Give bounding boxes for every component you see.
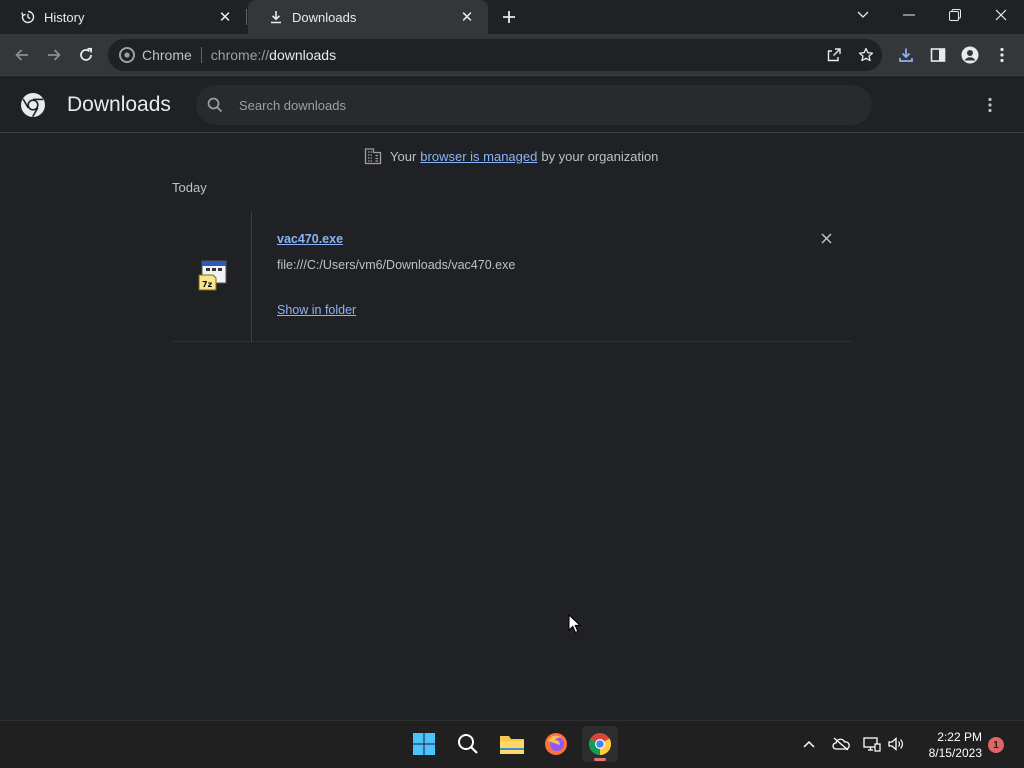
search-input[interactable] bbox=[239, 97, 872, 113]
tab-title: History bbox=[44, 9, 85, 25]
address-bar[interactable]: Chrome chrome:// downloads bbox=[108, 39, 882, 71]
browser-managed-link[interactable]: browser is managed bbox=[420, 149, 537, 164]
back-button[interactable] bbox=[10, 43, 34, 67]
date-heading: Today bbox=[172, 180, 207, 195]
svg-text:7z: 7z bbox=[202, 280, 213, 289]
share-icon[interactable] bbox=[822, 43, 846, 67]
site-chip: Chrome bbox=[142, 47, 192, 63]
active-app-indicator bbox=[594, 758, 606, 761]
profile-avatar-icon[interactable] bbox=[958, 43, 982, 67]
volume-icon[interactable] bbox=[885, 733, 907, 755]
downloads-toolbar-icon[interactable] bbox=[894, 43, 918, 67]
remove-from-list-icon[interactable] bbox=[817, 229, 835, 247]
firefox-icon[interactable] bbox=[538, 726, 574, 762]
side-panel-icon[interactable] bbox=[926, 43, 950, 67]
onedrive-offline-icon[interactable] bbox=[830, 733, 852, 755]
file-url: file:///C:/Users/vm6/Downloads/vac470.ex… bbox=[277, 258, 516, 272]
7z-installer-icon: 7z bbox=[196, 258, 230, 292]
downloads-header: Downloads bbox=[0, 77, 1024, 133]
chrome-logo-icon bbox=[119, 47, 135, 63]
search-downloads-box[interactable] bbox=[196, 85, 872, 125]
close-tab-icon[interactable]: ✕ bbox=[458, 8, 476, 26]
restore-button[interactable] bbox=[933, 0, 977, 30]
clock-time: 2:22 PM bbox=[937, 730, 982, 744]
chrome-menu-icon[interactable] bbox=[990, 43, 1014, 67]
close-window-button[interactable] bbox=[979, 0, 1023, 30]
tab-divider bbox=[246, 9, 247, 25]
mouse-cursor-icon bbox=[568, 613, 582, 634]
search-icon bbox=[206, 96, 224, 114]
minimize-button[interactable] bbox=[887, 0, 931, 30]
windows-taskbar: 2:22 PM 8/15/2023 1 bbox=[0, 720, 1024, 768]
history-icon bbox=[20, 9, 36, 25]
show-hidden-icons-chevron-icon[interactable] bbox=[798, 733, 820, 755]
omnibox-divider bbox=[200, 47, 202, 63]
tab-title: Downloads bbox=[292, 9, 357, 25]
url-host: downloads bbox=[269, 47, 337, 63]
more-actions-icon[interactable] bbox=[980, 95, 1000, 115]
notification-badge[interactable]: 1 bbox=[988, 737, 1004, 753]
reload-button[interactable] bbox=[74, 43, 98, 67]
file-explorer-icon[interactable] bbox=[494, 726, 530, 762]
file-name-link[interactable]: vac470.exe bbox=[277, 232, 343, 246]
download-icon bbox=[268, 9, 284, 25]
chrome-logo-icon bbox=[20, 92, 46, 118]
new-tab-button[interactable] bbox=[498, 6, 520, 28]
page-title: Downloads bbox=[67, 93, 171, 116]
close-tab-icon[interactable]: ✕ bbox=[216, 8, 234, 26]
url-scheme: chrome:// bbox=[210, 47, 270, 63]
tab-downloads[interactable]: Downloads ✕ bbox=[248, 0, 488, 34]
system-clock[interactable]: 2:22 PM 8/15/2023 bbox=[916, 729, 982, 761]
tab-strip: History ✕ Downloads ✕ bbox=[0, 0, 1024, 34]
windows-start-icon[interactable] bbox=[406, 726, 442, 762]
chrome-icon[interactable] bbox=[582, 726, 618, 762]
downloads-content: Your browser is managed by your organiza… bbox=[0, 134, 1024, 720]
network-icon[interactable] bbox=[861, 733, 883, 755]
download-item: 7z vac470.exe file:///C:/Users/vm6/Downl… bbox=[172, 212, 852, 342]
browser-toolbar: Chrome chrome:// downloads bbox=[0, 34, 1024, 76]
bookmark-star-icon[interactable] bbox=[854, 43, 878, 67]
managed-prefix: Your bbox=[390, 148, 417, 164]
tab-search-chevron-icon[interactable] bbox=[841, 0, 885, 30]
building-icon bbox=[364, 147, 382, 165]
clock-date: 8/15/2023 bbox=[928, 746, 982, 760]
show-in-folder-link[interactable]: Show in folder bbox=[277, 303, 356, 317]
tab-history[interactable]: History ✕ bbox=[0, 0, 246, 34]
forward-button[interactable] bbox=[42, 43, 66, 67]
managed-suffix: by your organization bbox=[541, 148, 659, 164]
managed-notice: Your browser is managed by your organiza… bbox=[364, 146, 658, 166]
search-icon[interactable] bbox=[450, 726, 486, 762]
